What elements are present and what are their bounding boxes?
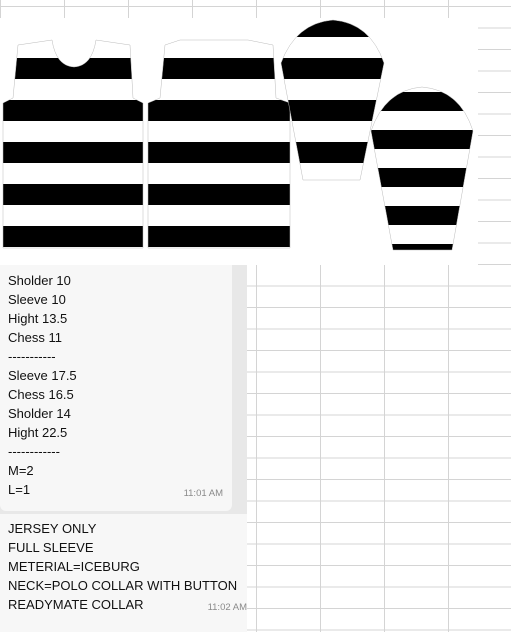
message-line: Sholder 10 [8,273,71,288]
message-line: NECK=POLO COLLAR WITH BUTTON [8,578,238,593]
message-line: JERSEY ONLY [8,521,97,536]
message-line: Chess 11 [8,330,62,345]
chat-message-specifications[interactable]: JERSEY ONLY FULL SLEEVE METERIAL=ICEBURG NE… [0,514,247,632]
striped-jersey-pattern-icon [2,19,474,251]
short-sleeve-panel [370,86,474,251]
chat-message-measurements[interactable]: Sholder 10 Sleeve 10 Hight 13.5 Chess 11 ---… [0,265,232,511]
message-line: Sholder 14 [8,406,71,421]
back-panel [147,39,291,249]
jersey-pattern-image[interactable] [0,18,478,265]
message-line: Hight 13.5 [8,311,68,326]
message-line: FULL SLEEVE [8,540,94,555]
message-line: Hight 22.5 [8,425,68,440]
message-timestamp: 11:01 AM [183,488,223,499]
message-line: M=2 [8,463,34,478]
front-panel [2,39,144,249]
message-line: L=1 [8,482,31,497]
message-line: ------------ [8,444,60,459]
message-text: JERSEY ONLY FULL SLEEVE METERIAL=ICEBURG NE… [8,519,237,614]
message-line: READYMATE COLLAR [8,597,144,612]
message-line: Sleeve 10 [8,292,66,307]
message-line: Sleeve 17.5 [8,368,77,383]
message-line: ----------- [8,349,56,364]
message-line: METERIAL=ICEBURG [8,559,140,574]
message-line: Chess 16.5 [8,387,74,402]
long-sleeve-panel [280,19,385,181]
message-timestamp: 11:02 AM [207,602,247,613]
message-text: Sholder 10 Sleeve 10 Hight 13.5 Chess 11 ---… [8,271,77,499]
